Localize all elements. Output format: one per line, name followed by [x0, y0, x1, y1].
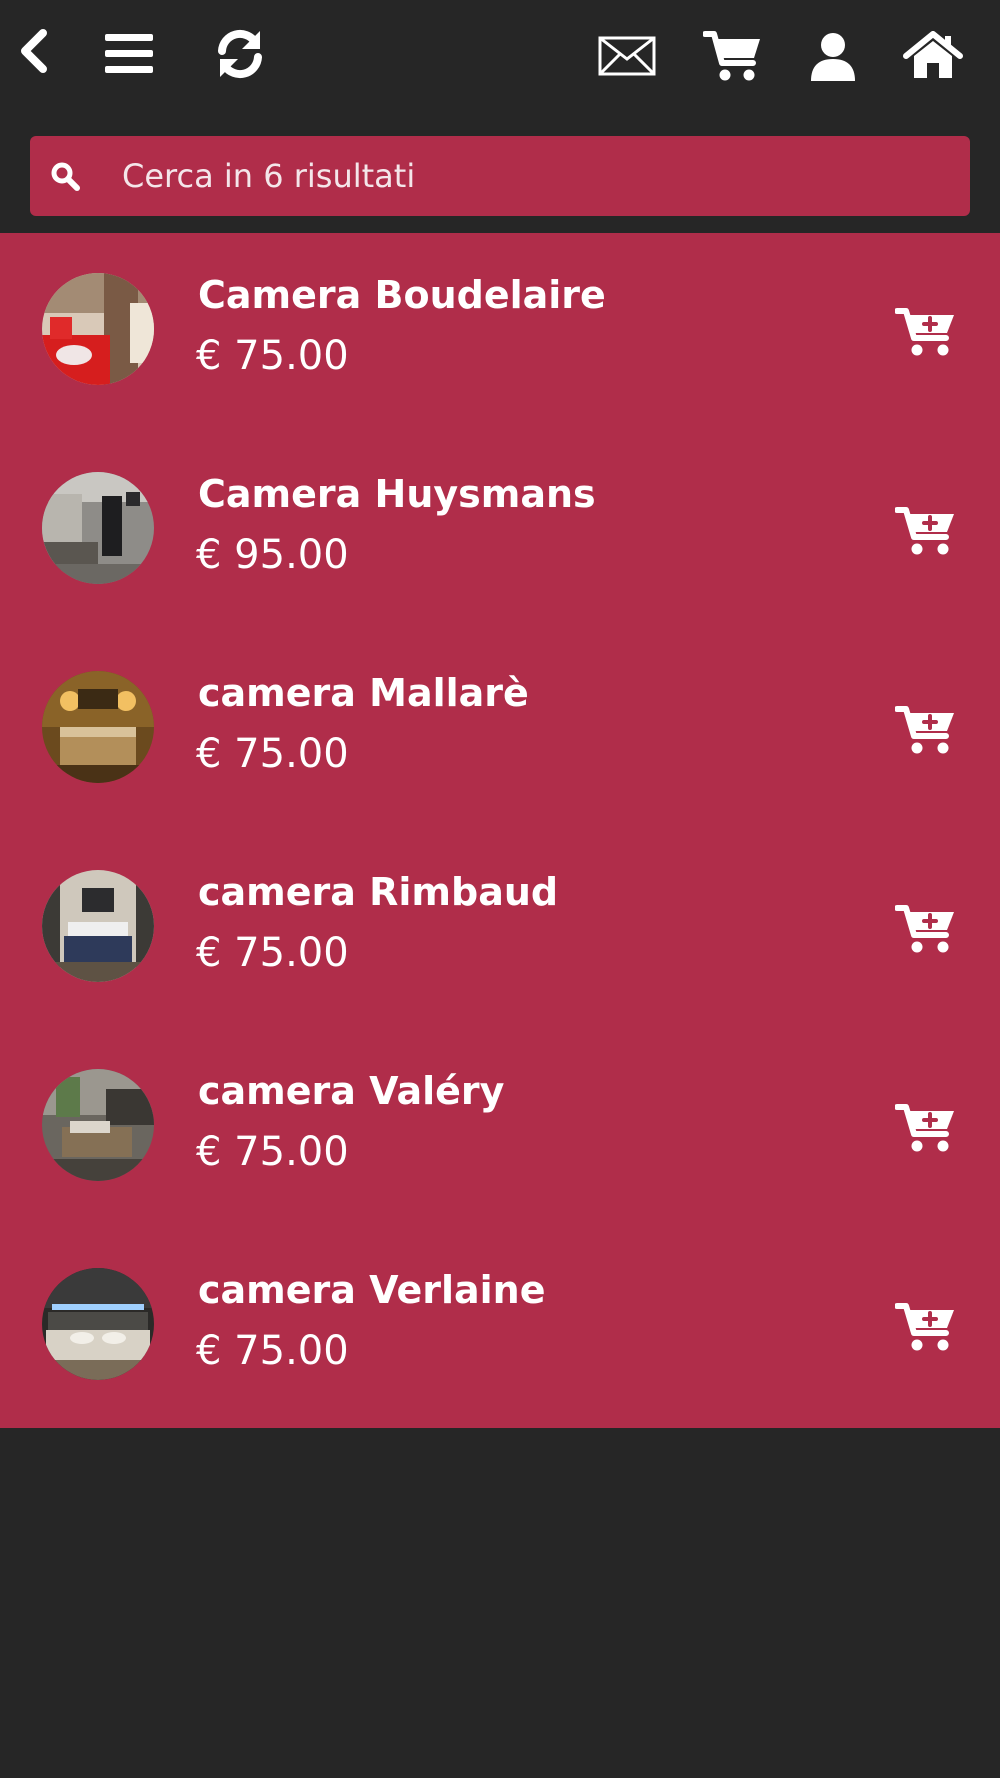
item-price: € 95.00 — [196, 532, 349, 578]
mail-icon[interactable] — [597, 34, 657, 78]
room-thumbnail-image — [42, 1069, 154, 1181]
search-icon — [48, 159, 82, 193]
item-price: € 75.00 — [196, 333, 349, 379]
room-thumbnail-image — [42, 273, 154, 385]
list-item[interactable]: Camera Huysmans € 95.00 — [0, 432, 1000, 631]
list-item[interactable]: Camera Boudelaire € 75.00 — [0, 233, 1000, 432]
list-item[interactable]: camera Mallarè € 75.00 — [0, 631, 1000, 830]
search-input[interactable] — [120, 145, 924, 207]
add-to-cart-icon[interactable] — [894, 306, 959, 360]
item-price: € 75.00 — [196, 930, 349, 976]
room-thumbnail-image — [42, 472, 154, 584]
item-price: € 75.00 — [196, 1129, 349, 1175]
room-thumbnail-image — [42, 870, 154, 982]
list-item[interactable]: camera Rimbaud € 75.00 — [0, 830, 1000, 1029]
home-icon[interactable] — [902, 30, 964, 82]
item-name: Camera Boudelaire — [198, 273, 606, 317]
cart-icon[interactable] — [702, 28, 764, 84]
room-thumbnail-image — [42, 671, 154, 783]
item-name: camera Valéry — [198, 1069, 505, 1113]
add-to-cart-icon[interactable] — [894, 704, 959, 758]
search-bar-container — [0, 115, 1000, 233]
product-list: Camera Boudelaire € 75.00 Camera Huysman… — [0, 233, 1000, 1428]
menu-icon[interactable] — [100, 28, 158, 80]
item-name: camera Mallarè — [198, 671, 529, 715]
item-name: Camera Huysmans — [198, 472, 596, 516]
list-item[interactable]: camera Verlaine € 75.00 — [0, 1228, 1000, 1427]
add-to-cart-icon[interactable] — [894, 1301, 959, 1355]
item-name: camera Verlaine — [198, 1268, 546, 1312]
back-icon[interactable] — [12, 22, 54, 80]
add-to-cart-icon[interactable] — [894, 903, 959, 957]
add-to-cart-icon[interactable] — [894, 1102, 959, 1156]
search-box[interactable] — [30, 136, 970, 216]
add-to-cart-icon[interactable] — [894, 505, 959, 559]
item-price: € 75.00 — [196, 731, 349, 777]
list-item[interactable]: camera Valéry € 75.00 — [0, 1029, 1000, 1228]
room-thumbnail-image — [42, 1268, 154, 1380]
user-icon[interactable] — [807, 30, 859, 84]
item-price: € 75.00 — [196, 1328, 349, 1374]
top-bar — [0, 0, 1000, 115]
item-name: camera Rimbaud — [198, 870, 559, 914]
refresh-icon[interactable] — [210, 26, 270, 82]
